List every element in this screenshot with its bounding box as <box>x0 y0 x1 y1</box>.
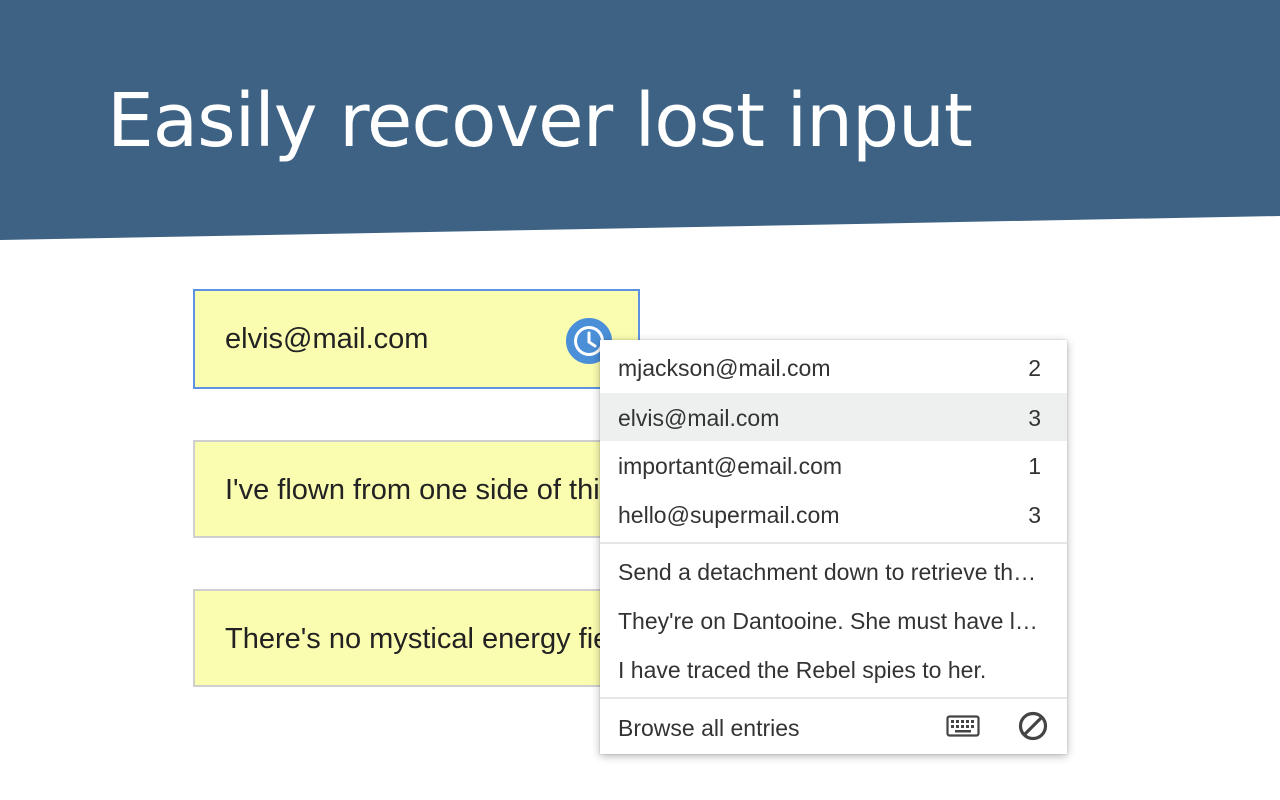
entry-label: They're on Dantooine. She must have lied… <box>618 608 1038 634</box>
suggestion-label: mjackson@mail.com <box>618 355 831 381</box>
divider <box>600 542 1067 544</box>
suggestion-row[interactable]: mjackson@mail.com 2 <box>600 343 1067 391</box>
text-field-2[interactable]: I've flown from one side of this galaxy … <box>193 440 638 538</box>
suggestion-label: hello@supermail.com <box>618 502 840 528</box>
entry-row[interactable]: I have traced the Rebel spies to her. <box>600 645 1067 693</box>
browse-all-label: Browse all entries <box>618 715 800 741</box>
suggestion-count: 3 <box>1028 405 1041 431</box>
email-field-value: elvis@mail.com <box>225 323 429 355</box>
text-field-3-value: There's no mystical energy field that co… <box>225 623 636 655</box>
entry-label: I have traced the Rebel spies to her. <box>618 657 987 683</box>
entry-row[interactable]: They're on Dantooine. She must have lied… <box>600 596 1067 644</box>
suggestion-row[interactable]: hello@supermail.com 3 <box>600 490 1067 538</box>
text-field-2-value: I've flown from one side of this galaxy … <box>225 474 636 506</box>
suggestion-count: 2 <box>1028 355 1041 381</box>
text-field-3[interactable]: There's no mystical energy field that co… <box>193 589 638 687</box>
suggestions-dropdown: mjackson@mail.com 2 elvis@mail.com 3 imp… <box>600 340 1067 754</box>
page-title: Easily recover lost input <box>107 78 973 164</box>
suggestion-count: 3 <box>1028 502 1041 528</box>
suggestion-row[interactable]: important@email.com 1 <box>600 441 1067 489</box>
header-banner: Easily recover lost input <box>0 0 1280 240</box>
block-icon[interactable] <box>1018 711 1048 747</box>
browse-all-entries-link[interactable]: Browse all entries <box>600 703 930 751</box>
entry-label: Send a detachment down to retrieve them. <box>618 559 1048 585</box>
suggestion-label: elvis@mail.com <box>618 405 780 431</box>
entry-row[interactable]: Send a detachment down to retrieve them. <box>600 547 1067 595</box>
keyboard-icon[interactable] <box>946 715 980 743</box>
divider <box>600 697 1067 699</box>
suggestion-row-selected[interactable]: elvis@mail.com 3 <box>600 393 1067 441</box>
suggestion-count: 1 <box>1028 453 1041 479</box>
suggestion-label: important@email.com <box>618 453 843 479</box>
